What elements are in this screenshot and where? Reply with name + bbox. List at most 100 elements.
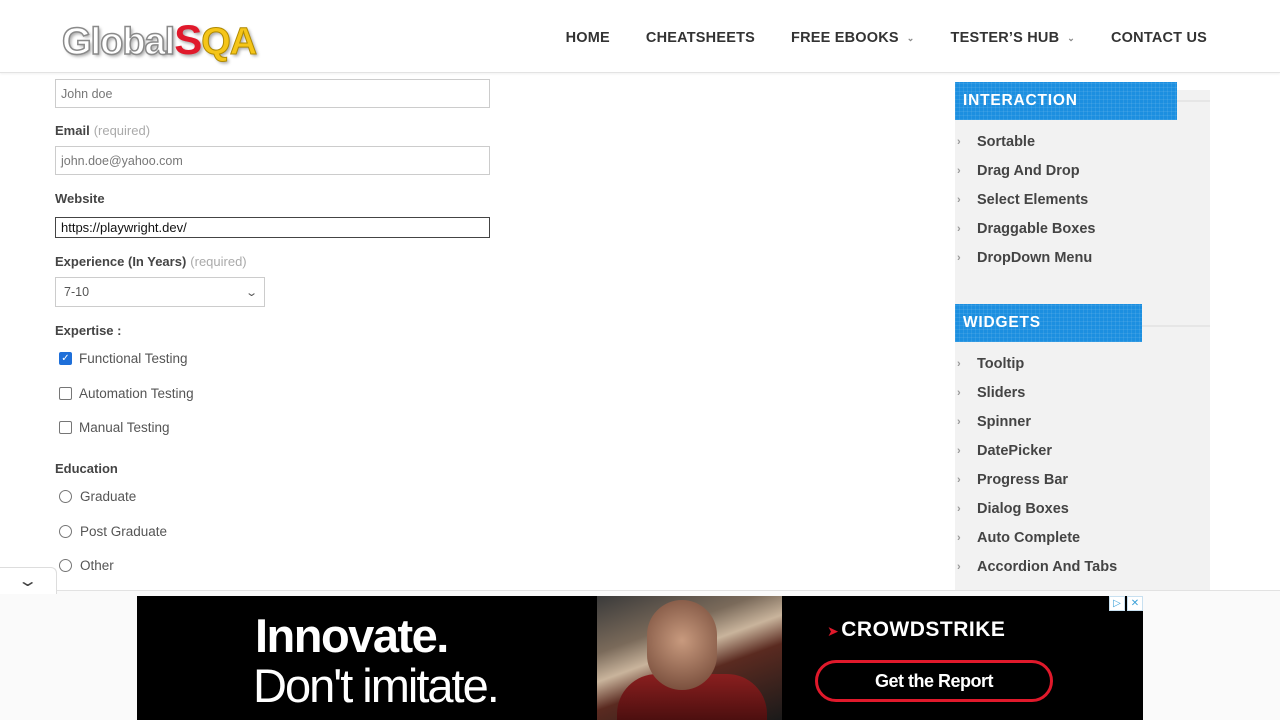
website-field[interactable]: https://playwright.dev/: [55, 217, 490, 238]
radio-icon[interactable]: [59, 525, 72, 538]
sidebar-item-label: DropDown Menu: [977, 250, 1093, 266]
sidebar-heading-widgets: WIDGETS: [955, 304, 1142, 342]
chevron-right-icon: ›: [957, 445, 961, 457]
sidebar-item-spinner[interactable]: › Spinner: [957, 414, 1031, 430]
falcon-icon: ➤: [827, 623, 840, 639]
radio-icon[interactable]: [59, 559, 72, 572]
radio-icon[interactable]: [59, 490, 72, 503]
nav-item-label: HOME: [565, 30, 610, 46]
sidebar-item-datepicker[interactable]: › DatePicker: [957, 443, 1052, 459]
checkbox-icon[interactable]: [59, 421, 72, 434]
nav-item-label: FREE EBOOKS: [791, 30, 899, 46]
education-option-graduate[interactable]: Graduate: [59, 489, 136, 504]
chevron-right-icon: ›: [957, 532, 961, 544]
ad-choices-icon[interactable]: ▷: [1109, 596, 1125, 611]
collapse-ad-button[interactable]: ⌄: [0, 567, 57, 594]
chevron-right-icon: ›: [957, 358, 961, 370]
experience-label: Experience (In Years) (required): [55, 254, 247, 269]
chevron-down-icon: ⌄: [244, 286, 258, 299]
ad-controls: ▷ ✕: [1109, 596, 1143, 611]
nav-item-label: CONTACT US: [1111, 30, 1207, 46]
website-field-value: https://playwright.dev/: [61, 220, 187, 235]
nav-item-label: TESTER’S HUB: [950, 30, 1060, 46]
sidebar-item-tooltip[interactable]: › Tooltip: [957, 356, 1024, 372]
sidebar-item-sortable[interactable]: › Sortable: [957, 134, 1035, 150]
education-option-post-graduate[interactable]: Post Graduate: [59, 524, 167, 539]
sidebar-item-drag-and-drop[interactable]: › Drag And Drop: [957, 163, 1080, 179]
chevron-right-icon: ›: [957, 416, 961, 428]
name-field[interactable]: John doe: [55, 79, 490, 108]
chevron-right-icon: ›: [957, 223, 961, 235]
sidebar-item-accordion-and-tabs[interactable]: › Accordion And Tabs: [957, 559, 1117, 575]
sidebar-item-dropdown-menu[interactable]: › DropDown Menu: [957, 250, 1092, 266]
email-field[interactable]: john.doe@yahoo.com: [55, 146, 490, 175]
sidebar-item-label: Drag And Drop: [977, 163, 1080, 179]
name-field-value: John doe: [61, 86, 113, 101]
advertisement-banner[interactable]: Innovate. Don't imitate. ➤CROWDSTRIKE Ge…: [137, 596, 1143, 720]
sidebar-item-label: Progress Bar: [977, 472, 1069, 488]
chevron-right-icon: ›: [957, 387, 961, 399]
expertise-option-manual[interactable]: Manual Testing: [59, 420, 170, 435]
ad-headline: Innovate.: [255, 609, 449, 662]
logo-text-s: S: [174, 16, 202, 63]
ad-cta-button[interactable]: Get the Report: [815, 660, 1053, 702]
sidebar-item-progress-bar[interactable]: › Progress Bar: [957, 472, 1068, 488]
nav-item-contact-us[interactable]: CONTACT US: [1111, 30, 1207, 46]
expertise-option-label: Automation Testing: [79, 386, 194, 401]
email-label: Email (required): [55, 123, 150, 138]
email-required-note: (required): [93, 123, 151, 138]
email-label-text: Email: [55, 123, 90, 138]
checkbox-checked-icon[interactable]: ✓: [59, 352, 72, 365]
ad-photo: [597, 596, 782, 720]
chevron-right-icon: ›: [957, 474, 961, 486]
divider: [1177, 100, 1210, 102]
expertise-option-automation[interactable]: Automation Testing: [59, 386, 194, 401]
nav-item-testers-hub[interactable]: TESTER’S HUB ⌄: [951, 30, 1076, 46]
sidebar-heading-interaction: INTERACTION: [955, 82, 1177, 120]
chevron-down-icon: ⌄: [1067, 32, 1076, 43]
education-option-label: Post Graduate: [80, 524, 168, 539]
experience-select[interactable]: 7-10 ⌄: [55, 277, 265, 307]
sidebar-item-select-elements[interactable]: › Select Elements: [957, 192, 1088, 208]
chevron-right-icon: ›: [957, 194, 961, 206]
sidebar-item-label: Accordion And Tabs: [977, 559, 1118, 575]
nav-item-label: CHEATSHEETS: [645, 30, 756, 46]
close-icon[interactable]: ✕: [1127, 596, 1143, 611]
sidebar-item-dialog-boxes[interactable]: › Dialog Boxes: [957, 501, 1069, 517]
ad-photo-face: [647, 600, 717, 690]
main-nav: HOME CHEATSHEETS FREE EBOOKS ⌄ TESTER’S H…: [530, 30, 1207, 46]
chevron-right-icon: ›: [957, 561, 961, 573]
site-header: Global S QA HOME CHEATSHEETS FREE EBOOKS ⌄ …: [0, 0, 1280, 73]
nav-item-cheatsheets[interactable]: CHEATSHEETS: [646, 30, 755, 46]
sidebar-item-label: Auto Complete: [977, 530, 1081, 546]
sidebar-item-sliders[interactable]: › Sliders: [957, 385, 1025, 401]
sidebar-item-label: DatePicker: [977, 443, 1052, 459]
chevron-right-icon: ›: [957, 503, 961, 515]
nav-item-free-ebooks[interactable]: FREE EBOOKS ⌄: [791, 30, 915, 46]
ad-brand-name: CROWDSTRIKE: [841, 618, 1006, 641]
sidebar-item-auto-complete[interactable]: › Auto Complete: [957, 530, 1080, 546]
sidebar-item-label: Tooltip: [977, 356, 1025, 372]
experience-selected-value: 7-10: [64, 285, 90, 299]
chevron-right-icon: ›: [957, 165, 961, 177]
nav-item-home[interactable]: HOME: [566, 30, 610, 46]
education-option-other[interactable]: Other: [59, 558, 114, 573]
chevron-right-icon: ›: [957, 136, 961, 148]
expertise-label: Expertise :: [55, 323, 122, 338]
expertise-option-functional[interactable]: ✓ Functional Testing: [59, 351, 188, 366]
site-logo[interactable]: Global S QA: [61, 16, 258, 64]
chevron-down-icon: ⌄: [17, 573, 39, 590]
sidebar-item-draggable-boxes[interactable]: › Draggable Boxes: [957, 221, 1095, 237]
chevron-right-icon: ›: [957, 252, 961, 264]
sidebar-item-label: Draggable Boxes: [977, 221, 1096, 237]
sidebar-item-label: Select Elements: [977, 192, 1089, 208]
email-field-value: john.doe@yahoo.com: [61, 153, 183, 168]
education-option-label: Graduate: [80, 489, 137, 504]
expertise-option-label: Functional Testing: [79, 351, 188, 366]
logo-text-global: Global: [61, 20, 176, 64]
divider: [1142, 325, 1210, 327]
website-label: Website: [55, 191, 105, 206]
checkbox-icon[interactable]: [59, 387, 72, 400]
experience-required-note: (required): [190, 254, 247, 269]
sidebar-item-label: Sliders: [977, 385, 1026, 401]
